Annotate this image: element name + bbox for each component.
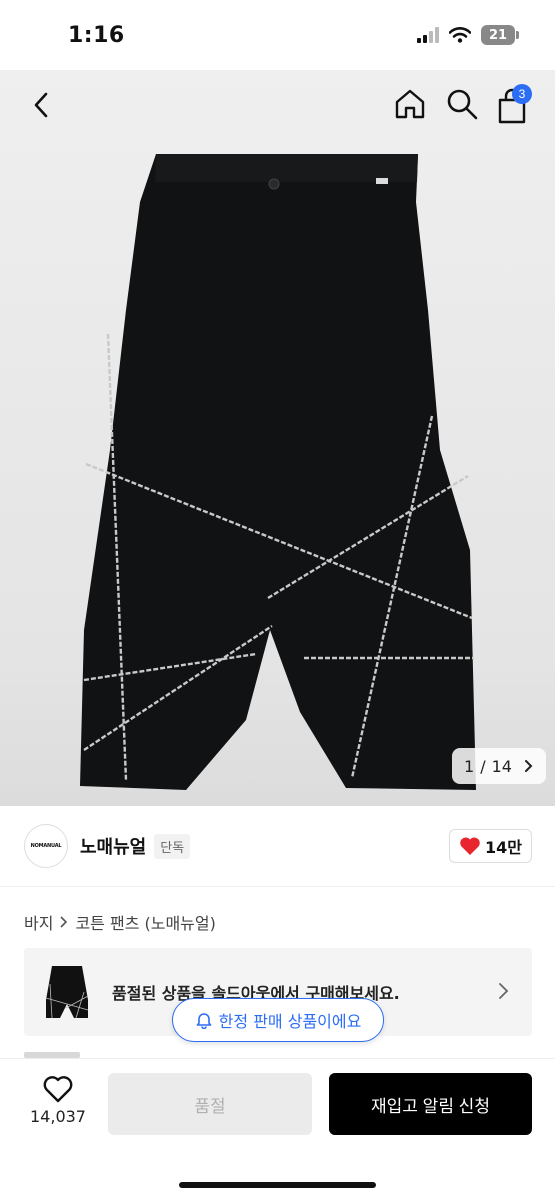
product-thumbnail xyxy=(45,966,89,1019)
brand-row[interactable]: NOMANUAL 노매뉴얼 단독 14만 xyxy=(24,822,532,870)
image-counter-separator: / xyxy=(480,756,486,776)
breadcrumb: 바지 코튼 팬츠 (노매뉴얼) xyxy=(24,908,216,936)
image-counter-current: 1 xyxy=(464,756,475,776)
limited-sale-text: 한정 판매 상품이에요 xyxy=(218,1012,362,1031)
breadcrumb-product: 코튼 팬츠 (노매뉴얼) xyxy=(75,914,216,933)
search-icon[interactable] xyxy=(444,86,480,122)
product-gallery[interactable]: 3 1 / 14 xyxy=(0,70,555,806)
status-time: 1:16 xyxy=(68,22,125,48)
brand-like-count: 14만 xyxy=(485,838,522,857)
cart-button[interactable]: 3 xyxy=(494,84,534,126)
wishlist-count: 14,037 xyxy=(30,1107,86,1126)
signal-icon xyxy=(417,27,439,43)
cart-count-badge: 3 xyxy=(512,84,532,104)
purchase-bar: 14,037 품절 재입고 알림 신청 xyxy=(0,1058,555,1200)
back-button[interactable] xyxy=(24,88,58,122)
chevron-right-icon xyxy=(524,760,533,772)
image-counter[interactable]: 1 / 14 xyxy=(452,748,546,784)
product-image xyxy=(80,154,476,790)
soldout-button: 품절 xyxy=(108,1073,312,1135)
home-indicator xyxy=(179,1182,376,1188)
restock-alert-button[interactable]: 재입고 알림 신청 xyxy=(329,1073,532,1135)
heart-outline-icon xyxy=(43,1076,73,1103)
battery-icon: 21 xyxy=(481,25,519,45)
top-nav: 3 xyxy=(0,70,555,140)
wifi-icon xyxy=(449,27,471,43)
chevron-right-icon xyxy=(60,916,68,928)
wishlist-button[interactable]: 14,037 xyxy=(18,1075,98,1126)
bell-icon xyxy=(196,1013,211,1029)
home-icon[interactable] xyxy=(392,86,428,122)
brand-name[interactable]: 노매뉴얼 xyxy=(80,833,146,859)
status-icons: 21 xyxy=(417,25,519,45)
brand-logo[interactable]: NOMANUAL xyxy=(24,824,68,868)
image-counter-total: 14 xyxy=(491,756,512,776)
breadcrumb-category[interactable]: 바지 xyxy=(24,910,53,934)
divider xyxy=(0,886,555,887)
chevron-left-icon xyxy=(34,92,48,118)
heart-filled-icon xyxy=(460,837,480,855)
battery-level: 21 xyxy=(488,27,508,43)
brand-like-button[interactable]: 14만 xyxy=(449,829,532,863)
exclusive-badge: 단독 xyxy=(154,833,191,859)
brand-logo-text: NOMANUAL xyxy=(30,843,62,849)
chevron-right-icon xyxy=(499,983,509,999)
status-bar: 1:16 21 xyxy=(0,0,555,70)
limited-sale-notice[interactable]: 한정 판매 상품이에요 xyxy=(172,998,384,1042)
